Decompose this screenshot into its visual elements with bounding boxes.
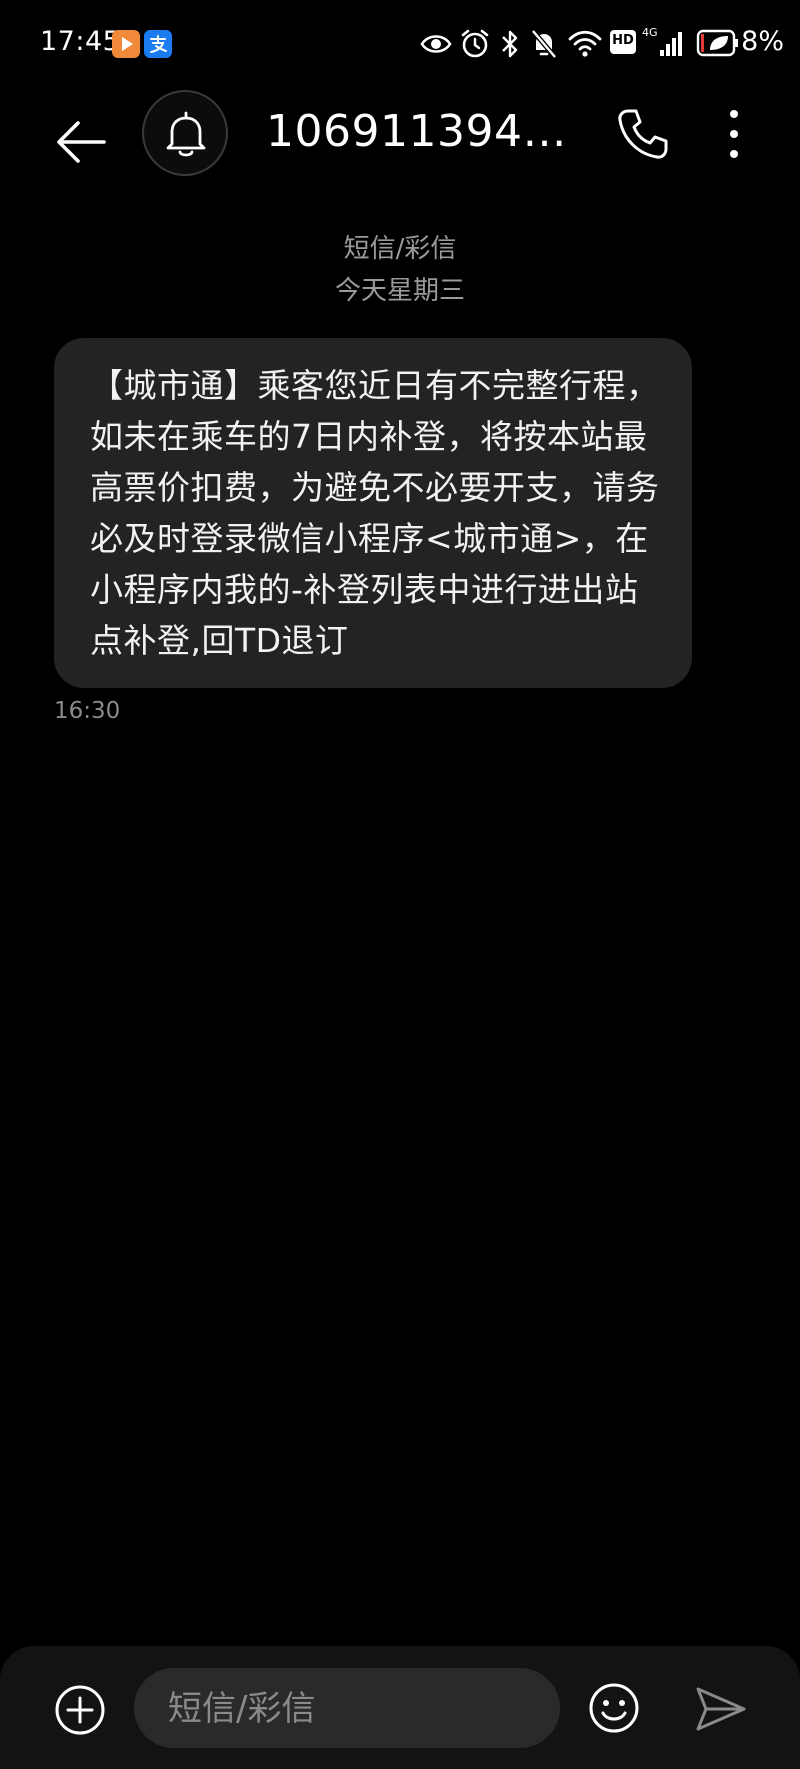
emoji-button[interactable] <box>588 1682 640 1734</box>
alipay-icon <box>144 30 172 58</box>
emoji-icon <box>589 1683 639 1733</box>
status-icons: HD 4G 8% <box>420 22 800 66</box>
status-time: 17:45 <box>40 26 121 57</box>
back-button[interactable] <box>50 110 114 174</box>
message-type-label: 短信/彩信 <box>343 234 457 264</box>
message-text: 【城市通】乘客您近日有不完整行程，如未在乘车的7日内补登，将按本站最高票价扣费，… <box>90 366 660 660</box>
more-options-button[interactable] <box>716 104 752 164</box>
contact-avatar[interactable] <box>142 90 228 176</box>
send-button[interactable] <box>694 1684 748 1734</box>
call-button[interactable] <box>614 106 670 162</box>
message-input[interactable] <box>166 1668 540 1750</box>
more-vertical-icon <box>730 110 738 158</box>
message-time: 16:30 <box>54 698 121 724</box>
plus-circle-icon <box>55 1685 105 1735</box>
video-app-icon <box>112 30 140 58</box>
signal-icon: 4G <box>642 26 686 60</box>
send-icon <box>696 1687 746 1731</box>
bell-icon <box>166 111 206 157</box>
conversation-header: 10691139407… <box>0 88 800 214</box>
phone-icon <box>618 109 668 159</box>
contact-name[interactable]: 10691139407… <box>266 106 586 157</box>
wifi-icon <box>568 28 602 62</box>
battery-icon <box>696 28 740 62</box>
back-arrow-icon <box>57 121 106 163</box>
hd-label: HD <box>612 33 634 48</box>
compose-bar <box>0 1646 800 1769</box>
battery-percent: 8% <box>741 26 784 57</box>
status-bar: 17:45 HD 4G 8% <box>0 0 800 88</box>
message-input-wrapper <box>134 1668 560 1750</box>
alarm-icon <box>460 28 490 64</box>
eye-icon <box>420 30 452 62</box>
message-bubble[interactable]: 【城市通】乘客您近日有不完整行程，如未在乘车的7日内补登，将按本站最高票价扣费，… <box>54 338 692 688</box>
hd-icon: HD <box>610 30 636 54</box>
mute-icon <box>530 28 558 64</box>
date-separator: 今天星期三 <box>334 276 465 306</box>
add-attachment-button[interactable] <box>54 1684 106 1736</box>
bluetooth-icon <box>500 28 520 64</box>
